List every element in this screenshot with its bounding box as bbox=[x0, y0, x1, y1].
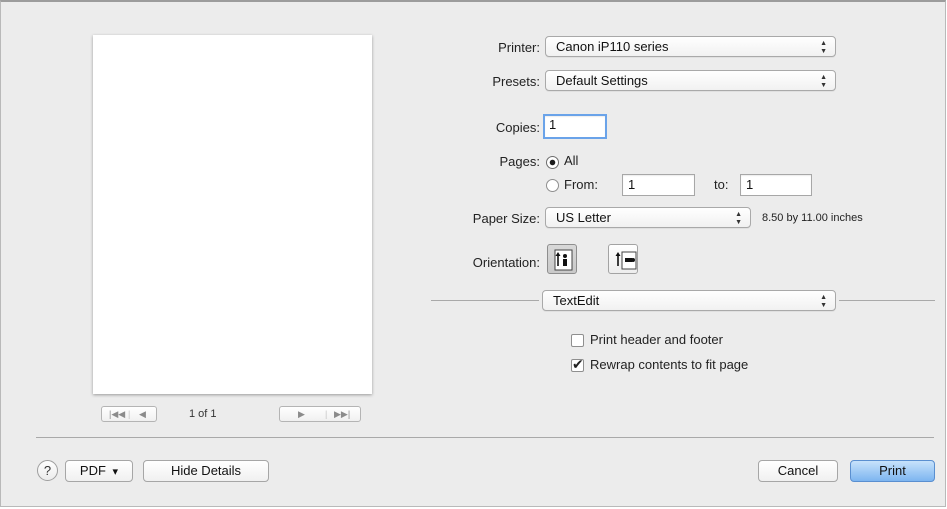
printer-label: Printer: bbox=[498, 40, 540, 55]
pdf-menu-button[interactable]: PDF ▾ bbox=[65, 460, 133, 482]
pages-to-field[interactable]: 1 bbox=[740, 174, 812, 196]
rewrap-contents-label: Rewrap contents to fit page bbox=[590, 357, 749, 372]
copies-label: Copies: bbox=[495, 120, 540, 135]
portrait-icon bbox=[554, 249, 573, 271]
pager-back-group: |◀◀ | ◀ bbox=[101, 406, 157, 422]
page-indicator: 1 of 1 bbox=[189, 408, 217, 420]
page-preview bbox=[93, 35, 372, 394]
landscape-orientation-button[interactable] bbox=[608, 244, 638, 274]
printer-value: Canon iP110 series bbox=[556, 39, 669, 54]
section-divider-left bbox=[431, 300, 539, 301]
pdf-label: PDF bbox=[79, 463, 106, 478]
paper-size-value: US Letter bbox=[556, 210, 611, 225]
section-popup[interactable]: TextEdit ▲ ▼ bbox=[542, 290, 836, 311]
portrait-orientation-button[interactable] bbox=[547, 244, 577, 274]
last-page-icon[interactable]: ▶▶| bbox=[334, 407, 350, 421]
pages-from-radio[interactable] bbox=[546, 179, 559, 192]
cancel-button[interactable]: Cancel bbox=[758, 460, 838, 482]
next-page-icon[interactable]: ▶ bbox=[298, 407, 305, 421]
rewrap-contents-checkbox[interactable]: ✔ bbox=[571, 356, 584, 372]
pages-from-field[interactable]: 1 bbox=[622, 174, 695, 196]
pages-from-label: From: bbox=[564, 177, 598, 192]
landscape-icon bbox=[615, 251, 637, 270]
presets-value: Default Settings bbox=[556, 73, 648, 88]
paper-size-popup[interactable]: US Letter ▲ ▼ bbox=[545, 207, 751, 228]
printer-popup[interactable]: Canon iP110 series ▲ ▼ bbox=[545, 36, 836, 57]
pages-all-radio[interactable] bbox=[546, 156, 559, 169]
pager-forward-group: ▶ | ▶▶| bbox=[279, 406, 361, 422]
orientation-label: Orientation: bbox=[472, 255, 540, 270]
print-header-footer-checkbox[interactable] bbox=[571, 334, 584, 347]
popup-arrows-icon: ▲ ▼ bbox=[820, 294, 827, 309]
popup-arrows-icon: ▲ ▼ bbox=[735, 211, 742, 226]
checkmark-icon: ✔ bbox=[572, 356, 584, 372]
copies-field[interactable]: 1 bbox=[543, 114, 607, 139]
section-value: TextEdit bbox=[553, 293, 600, 308]
first-page-icon[interactable]: |◀◀ bbox=[109, 407, 125, 421]
chevron-down-icon: ▾ bbox=[112, 466, 119, 478]
print-dialog: |◀◀ | ◀ 1 of 1 ▶ | ▶▶| Printer: Canon iP… bbox=[0, 0, 946, 507]
pages-to-label: to: bbox=[714, 177, 729, 192]
presets-popup[interactable]: Default Settings ▲ ▼ bbox=[545, 70, 836, 91]
section-divider-right bbox=[839, 300, 935, 301]
paper-dimensions: 8.50 by 11.00 inches bbox=[762, 212, 863, 224]
presets-label: Presets: bbox=[492, 74, 540, 89]
popup-arrows-icon: ▲ ▼ bbox=[820, 40, 827, 55]
popup-arrows-icon: ▲ ▼ bbox=[820, 74, 827, 89]
pages-label: Pages: bbox=[499, 154, 540, 169]
paper-size-label: Paper Size: bbox=[472, 211, 540, 226]
pages-all-label: All bbox=[564, 153, 579, 168]
print-button[interactable]: Print bbox=[850, 460, 935, 482]
footer-divider bbox=[36, 437, 934, 438]
previous-page-icon[interactable]: ◀ bbox=[139, 407, 146, 421]
print-header-footer-label: Print header and footer bbox=[590, 332, 723, 347]
help-button[interactable]: ? bbox=[37, 460, 58, 481]
hide-details-button[interactable]: Hide Details bbox=[143, 460, 269, 482]
